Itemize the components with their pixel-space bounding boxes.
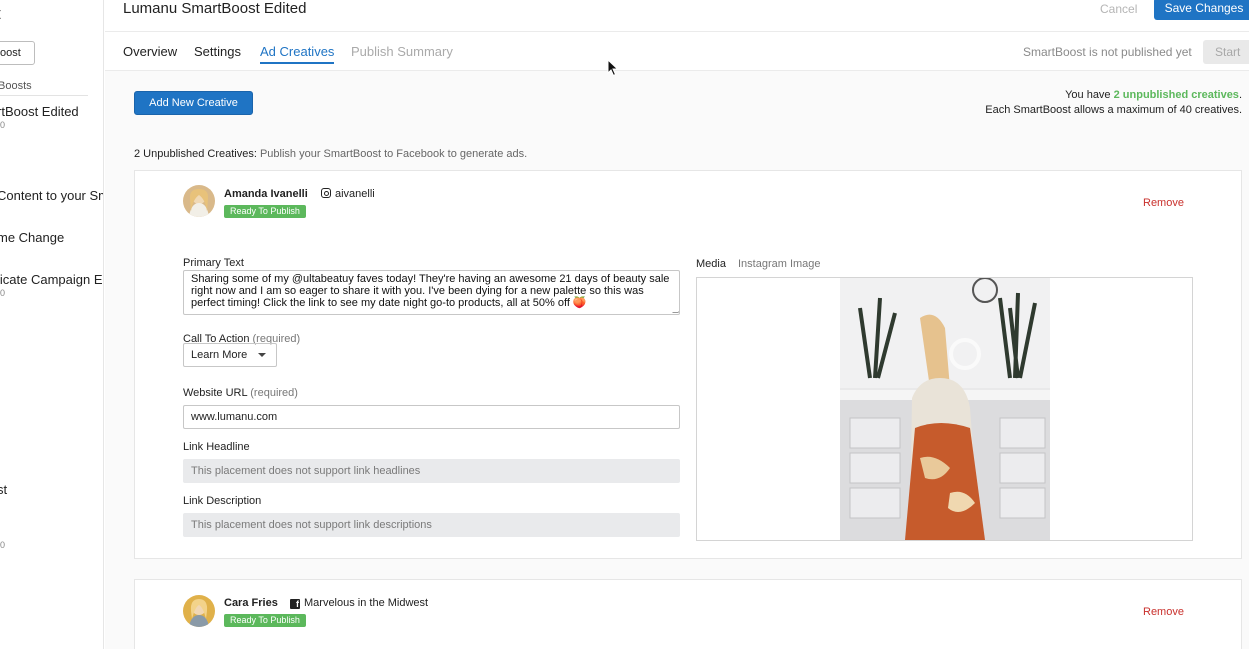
info-suffix: . <box>1238 89 1242 101</box>
tab-publish-summary[interactable]: Publish Summary <box>351 44 453 59</box>
primary-text-label: Primary Text <box>183 257 244 269</box>
sidebar-divider <box>0 95 88 96</box>
creative-author: Amanda Ivanelli <box>224 188 308 200</box>
sidebar-item-meta: 0 <box>0 540 6 550</box>
required-hint: (required) <box>250 387 298 399</box>
start-button[interactable]: Start <box>1203 40 1249 64</box>
unpublished-count-label: 2 Unpublished Creatives: <box>134 148 257 160</box>
chevron-down-icon <box>258 353 266 357</box>
unpublished-creatives-line: 2 Unpublished Creatives: Publish your Sm… <box>134 148 527 160</box>
website-url-label: Website URL (required) <box>183 387 298 399</box>
tab-settings[interactable]: Settings <box>194 44 241 59</box>
facebook-icon: f <box>290 599 300 609</box>
primary-text-value: Sharing some of my @ultabeatuy faves tod… <box>191 273 670 309</box>
status-badge: Ready To Publish <box>224 205 306 218</box>
sidebar-section-label: Boosts <box>0 80 32 92</box>
cancel-button[interactable]: Cancel <box>1100 2 1137 16</box>
creatives-count-info: You have 2 unpublished creatives. <box>1065 89 1242 101</box>
link-headline-input: This placement does not support link hea… <box>183 459 680 483</box>
creative-handle: aivanelli <box>321 188 375 200</box>
tab-bar: Overview Settings Ad Creatives Publish S… <box>105 32 1249 71</box>
creatives-max-info: Each SmartBoost allows a maximum of 40 c… <box>985 104 1242 116</box>
cta-selected-value: Learn More <box>191 349 248 361</box>
save-changes-button[interactable]: Save Changes <box>1154 0 1249 20</box>
media-label: Media <box>696 258 726 270</box>
sidebar-item-meta: 0 <box>0 120 6 130</box>
media-type-label: Instagram Image <box>738 258 821 270</box>
avatar <box>183 185 215 217</box>
media-preview <box>696 277 1193 541</box>
sidebar-item-smartboost-edited[interactable]: rtBoost Edited <box>0 104 79 119</box>
add-new-creative-button[interactable]: Add New Creative <box>134 91 253 115</box>
sidebar: t oost Boosts rtBoost Edited 0 Content t… <box>0 0 104 649</box>
remove-creative-link[interactable]: Remove <box>1143 197 1184 209</box>
instagram-icon <box>321 188 331 198</box>
mouse-cursor-icon <box>607 59 619 77</box>
website-url-label-text: Website URL <box>183 387 248 399</box>
publish-status-text: SmartBoost is not published yet <box>1023 45 1192 59</box>
creative-author: Cara Fries <box>224 597 278 609</box>
link-description-input: This placement does not support link des… <box>183 513 680 537</box>
remove-creative-link[interactable]: Remove <box>1143 606 1184 618</box>
tab-ad-creatives[interactable]: Ad Creatives <box>260 44 335 64</box>
creative-handle-text: Marvelous in the Midwest <box>304 597 429 609</box>
avatar <box>183 595 215 627</box>
sidebar-title: t <box>0 4 1 24</box>
unpublished-count-highlight: 2 unpublished creatives <box>1113 89 1239 101</box>
sidebar-item-content[interactable]: Content to your Sm <box>0 188 103 203</box>
new-smartboost-button[interactable]: oost <box>0 41 35 65</box>
creative-card: Amanda Ivanelli aivanelli Ready To Publi… <box>134 170 1242 559</box>
creative-handle: f Marvelous in the Midwest <box>290 597 428 609</box>
info-prefix: You have <box>1065 89 1114 101</box>
creative-handle-text: aivanelli <box>335 188 375 200</box>
cta-select[interactable]: Learn More <box>183 343 277 367</box>
link-description-label: Link Description <box>183 495 262 507</box>
resize-handle-icon[interactable] <box>672 307 679 313</box>
tab-overview[interactable]: Overview <box>123 44 177 59</box>
sidebar-item-name-change[interactable]: me Change <box>0 230 64 245</box>
header: Lumanu SmartBoost Edited Cancel Save Cha… <box>105 0 1249 32</box>
primary-text-field[interactable]: Sharing some of my @ultabeatuy faves tod… <box>183 270 680 315</box>
main-content: Lumanu SmartBoost Edited Cancel Save Cha… <box>105 0 1249 649</box>
creative-card: Cara Fries f Marvelous in the Midwest Rea… <box>134 579 1242 649</box>
creative-image <box>840 278 1050 540</box>
page-title: Lumanu SmartBoost Edited <box>123 0 307 17</box>
sidebar-item-meta: 0 <box>0 288 6 298</box>
unpublished-hint: Publish your SmartBoost to Facebook to g… <box>259 148 528 160</box>
status-badge: Ready To Publish <box>224 614 306 627</box>
sidebar-item-boost[interactable]: st <box>0 482 7 497</box>
website-url-input[interactable]: www.lumanu.com <box>183 405 680 429</box>
link-headline-label: Link Headline <box>183 441 250 453</box>
sidebar-item-duplicate-campaign[interactable]: licate Campaign E <box>0 272 103 287</box>
